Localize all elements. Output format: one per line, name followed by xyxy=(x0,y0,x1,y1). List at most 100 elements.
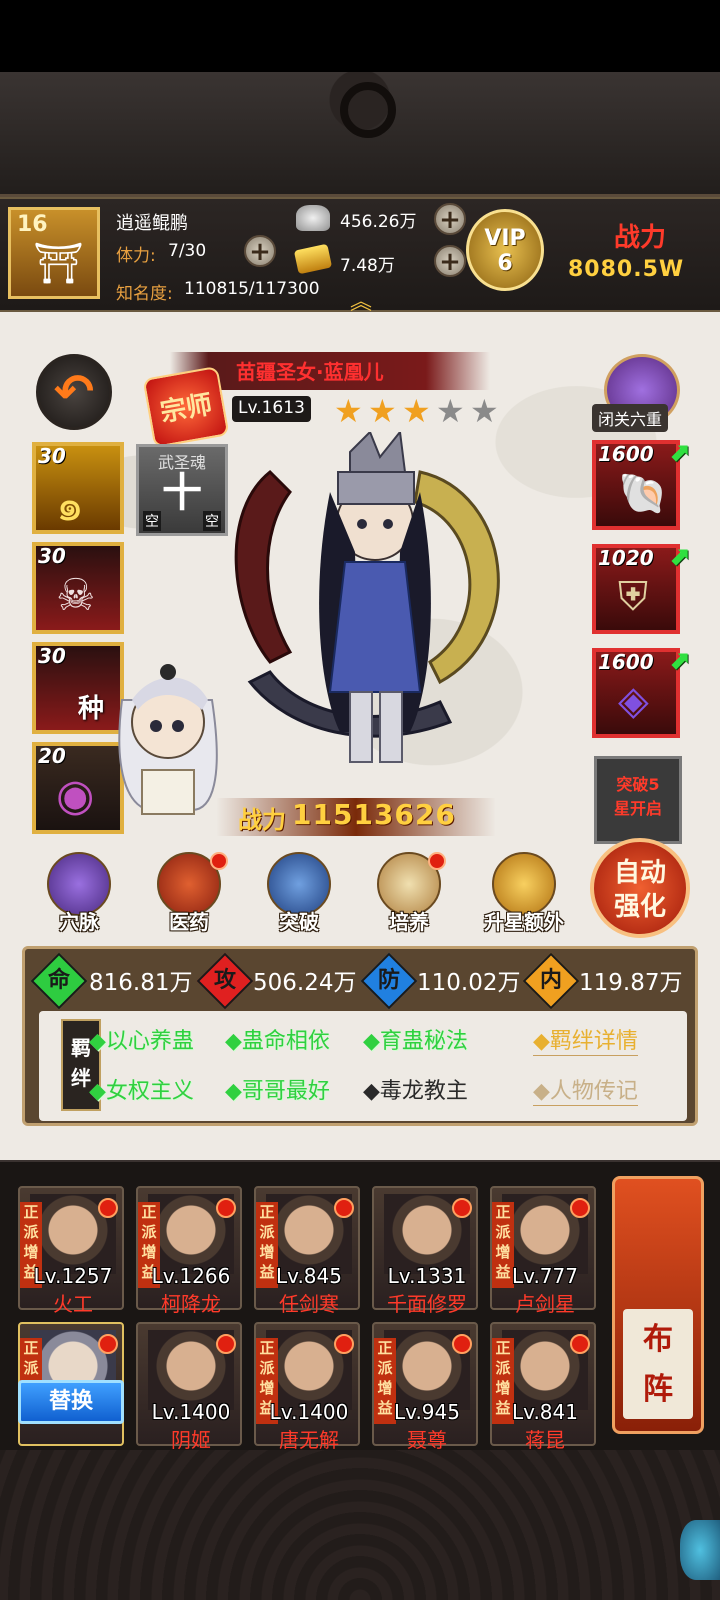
team-card[interactable]: 正派增益 Lv.1257 火工 xyxy=(18,1186,124,1316)
soul-char: 十 xyxy=(162,470,202,516)
hero-level: Lv.1613 xyxy=(232,396,311,422)
team-hero-level: Lv.1331 xyxy=(387,1264,467,1288)
team-card[interactable]: 正派增益 Lv.1400 唐无解 xyxy=(254,1322,360,1452)
back-arrow-icon: ↶ xyxy=(53,364,95,420)
star-icon: ★ xyxy=(334,392,363,430)
skill-slot-3[interactable]: 30 种 xyxy=(32,642,124,734)
meridian-button[interactable]: 穴脉 xyxy=(34,852,124,940)
skull-icon: ☠ xyxy=(56,570,96,621)
silver-value: 456.26万 xyxy=(340,212,417,232)
seed-text: 种 xyxy=(78,694,105,724)
orb-icon: ◉ xyxy=(56,770,95,821)
upgrade-arrow-icon: ⬈ xyxy=(668,646,690,676)
func-label: 培养 xyxy=(389,910,429,934)
breakthrough-locked-slot[interactable]: 突破5 星开启 xyxy=(594,756,682,844)
hp-badge-label: 命 xyxy=(47,968,70,993)
bond-item[interactable]: ◆蛊命相依 xyxy=(225,1023,330,1055)
martial-soul-slot[interactable]: 武圣魂 十 空 空 xyxy=(136,444,228,536)
skill-level: 30 xyxy=(38,444,66,468)
formation-label: 布阵 xyxy=(623,1309,693,1419)
cultivate-button[interactable]: 培养 xyxy=(364,852,454,940)
companion-chibi xyxy=(118,664,218,815)
soul-empty-right: 空 xyxy=(203,511,221,531)
team-card[interactable]: 正派增益 Lv.777 卢剑星 xyxy=(490,1186,596,1316)
player-avatar[interactable]: 16 ⛩ xyxy=(8,207,100,299)
breakthrough-button[interactable]: 突破 xyxy=(254,852,344,940)
equip-slot-2[interactable]: 1020 ⛨ ⬈ xyxy=(592,542,690,634)
attack-badge-label: 攻 xyxy=(213,968,236,993)
skill-slot-4[interactable]: 20 ◉ xyxy=(32,742,124,834)
player-info-bar: 16 ⛩ 逍遥鲲鹏 体力: 7/30 + 知名度: 110815/117300 … xyxy=(0,197,720,315)
replace-button[interactable]: 替换 xyxy=(18,1380,124,1424)
attack-value: 506.24万 xyxy=(253,970,357,996)
team-hero-name: 卢剑星 xyxy=(515,1292,575,1316)
medicine-button[interactable]: 医药 xyxy=(144,852,234,940)
equip-slot-3[interactable]: 1600 ◈ ⬈ xyxy=(592,646,690,738)
team-hero-name: 火工 xyxy=(53,1292,93,1316)
fame-value: 110815/117300 xyxy=(184,279,320,299)
team-card[interactable]: Lv.1331 千面修罗 xyxy=(372,1186,478,1316)
auto-enhance-button[interactable]: 自动 强化 xyxy=(590,838,690,938)
bond-item[interactable]: ◆育蛊秘法 xyxy=(363,1023,468,1055)
vip-badge[interactable]: VIP 6 xyxy=(466,209,544,291)
team-hero-level: Lv.1400 xyxy=(269,1400,349,1424)
attribute-panel: 命 816.81万 攻 506.24万 防 110.02万 内 119.87万 … xyxy=(22,946,698,1126)
player-level: 16 xyxy=(17,212,48,237)
status-bar xyxy=(0,0,720,72)
bond-details-link[interactable]: ◆羁绊详情 xyxy=(533,1023,638,1056)
hero-portrait xyxy=(234,432,500,763)
hero-name: 苗疆圣女·蓝凰儿 xyxy=(236,360,384,384)
team-hero-name: 蒋昆 xyxy=(525,1428,565,1452)
skill-slot-2[interactable]: 30 ☠ xyxy=(32,542,124,634)
skill-level: 30 xyxy=(38,544,66,568)
star-icon: ★ xyxy=(368,392,397,430)
add-silver-button[interactable]: + xyxy=(434,203,466,235)
bond-item[interactable]: ◆女权主义 xyxy=(89,1073,194,1105)
func-label: 升星额外 xyxy=(484,910,564,934)
equip-level: 1600 xyxy=(598,442,654,466)
team-hero-name: 千面修罗 xyxy=(387,1292,467,1316)
assistant-mascot-icon[interactable] xyxy=(680,1520,720,1580)
bond-area: 羁绊 ◆以心养蛊 ◆蛊命相依 ◆育蛊秘法 ◆女权主义 ◆哥哥最好 ◆毒龙教主 ◆… xyxy=(39,1011,687,1121)
skill-level: 20 xyxy=(38,744,66,768)
back-button[interactable]: ↶ xyxy=(36,354,112,430)
silver-icon xyxy=(296,205,330,231)
team-hero-level: Lv.1400 xyxy=(151,1400,231,1424)
attribute-row: 命 816.81万 攻 506.24万 防 110.02万 内 119.87万 xyxy=(25,952,701,1010)
team-hero-level: Lv.1257 xyxy=(33,1264,113,1288)
vip-level: 6 xyxy=(497,251,513,276)
bond-item[interactable]: ◆哥哥最好 xyxy=(225,1073,330,1105)
team-card[interactable]: Lv.1400 阴姬 xyxy=(136,1322,242,1452)
bottom-decoration xyxy=(0,1450,720,1600)
team-hero-name: 柯降龙 xyxy=(161,1292,221,1316)
skill-slot-1[interactable]: 30 ๑ xyxy=(32,442,124,534)
notification-dot xyxy=(452,1198,472,1218)
equip-slot-1[interactable]: 1600 🐚 ⬈ xyxy=(592,438,690,530)
notification-dot xyxy=(452,1334,472,1354)
team-card[interactable]: 正派增益 Lv.1266 柯降龙 xyxy=(136,1186,242,1316)
bond-item[interactable]: ◆以心养蛊 xyxy=(89,1023,194,1055)
gem-icon: ◈ xyxy=(618,678,649,724)
player-power-label: 战力 xyxy=(614,223,667,253)
team-card[interactable]: 正派增益 Lv.841 蒋昆 xyxy=(490,1322,596,1452)
notification-dot xyxy=(428,852,446,870)
team-card[interactable]: 正派增益 Lv.945 聂尊 xyxy=(372,1322,478,1452)
internal-value: 119.87万 xyxy=(579,970,683,996)
add-gold-button[interactable]: + xyxy=(434,245,466,277)
biography-link[interactable]: ◆人物传记 xyxy=(533,1073,638,1106)
team-card[interactable]: 正派增益 Lv.845 任剑寒 xyxy=(254,1186,360,1316)
hp-value: 816.81万 xyxy=(89,970,193,996)
add-stamina-button[interactable]: + xyxy=(244,235,276,267)
func-label: 突破 xyxy=(279,910,319,934)
star-extra-button[interactable]: 升星额外 xyxy=(474,852,574,940)
notification-dot xyxy=(216,1198,236,1218)
notification-dot xyxy=(334,1198,354,1218)
armor-icon: ⛨ xyxy=(618,574,648,620)
notification-dot xyxy=(98,1198,118,1218)
team-hero-name: 任剑寒 xyxy=(279,1292,339,1316)
player-name: 逍遥鲲鹏 xyxy=(116,213,188,234)
bond-item[interactable]: ◆毒龙教主 xyxy=(363,1073,468,1105)
formation-button[interactable]: 布阵 xyxy=(612,1176,704,1434)
hero-power-label: 战力 xyxy=(238,806,286,834)
notification-dot xyxy=(216,1334,236,1354)
